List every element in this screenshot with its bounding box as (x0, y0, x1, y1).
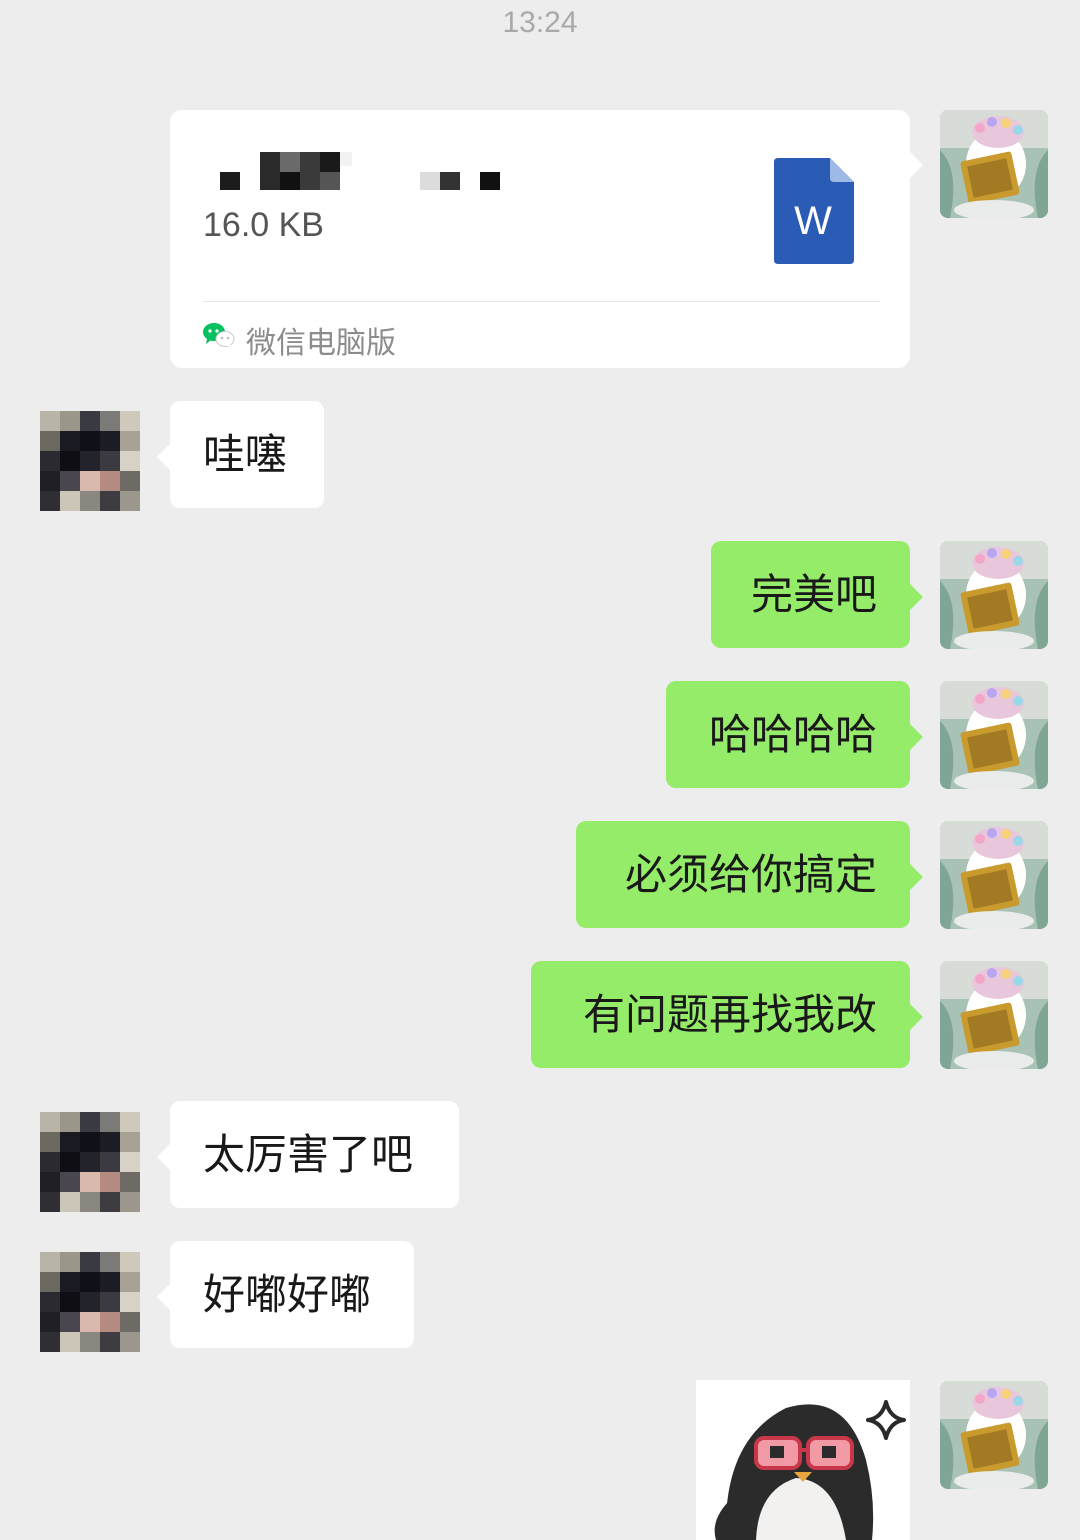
contact-avatar[interactable] (40, 411, 140, 511)
outgoing-message-bubble[interactable]: 必须给你搞定 (576, 821, 910, 928)
bubble-tail (157, 1284, 170, 1310)
incoming-message-bubble[interactable]: 太厉害了吧 (170, 1101, 459, 1208)
message-timestamp: 13:24 (502, 6, 578, 39)
incoming-message-bubble[interactable]: 好嘟好嘟 (170, 1241, 414, 1348)
outgoing-message-bubble[interactable]: 哈哈哈哈 (666, 681, 910, 788)
bubble-tail (910, 152, 923, 178)
outgoing-message-bubble[interactable]: 有问题再找我改 (531, 961, 910, 1068)
my-avatar[interactable] (940, 541, 1048, 649)
bubble-tail (157, 1144, 170, 1170)
my-avatar[interactable] (940, 1381, 1048, 1489)
wechat-icon (203, 323, 235, 349)
contact-avatar[interactable] (40, 1112, 140, 1212)
file-name-pixelated (220, 152, 500, 190)
incoming-message-bubble[interactable]: 哇噻 (170, 401, 324, 508)
contact-avatar[interactable] (40, 1252, 140, 1352)
file-size: 16.0 KB (203, 206, 324, 244)
file-message-card[interactable]: 16.0 KB W 微信电脑版 (170, 110, 910, 368)
penguin-sticker[interactable] (696, 1380, 910, 1540)
file-card-divider (203, 301, 880, 302)
my-avatar[interactable] (940, 821, 1048, 929)
outgoing-message-bubble[interactable]: 完美吧 (711, 541, 910, 648)
bubble-tail (910, 1004, 923, 1030)
svg-text:W: W (794, 199, 832, 243)
bubble-tail (910, 864, 923, 890)
word-document-icon: W (774, 158, 854, 264)
my-avatar[interactable] (940, 961, 1048, 1069)
my-avatar[interactable] (940, 681, 1048, 789)
bubble-tail (910, 584, 923, 610)
bubble-tail (157, 444, 170, 470)
file-source-label: 微信电脑版 (246, 326, 396, 361)
my-avatar[interactable] (940, 110, 1048, 218)
bubble-tail (910, 724, 923, 750)
